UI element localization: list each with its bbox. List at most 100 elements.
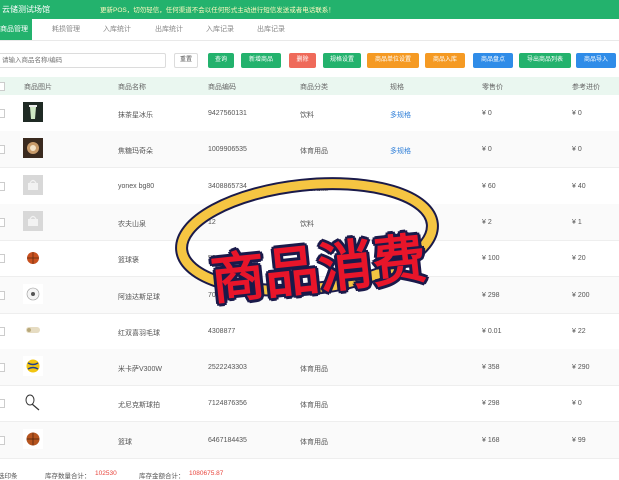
- product-name: 抹茶星冰乐: [118, 112, 153, 119]
- toolbar: 重置 查询 新增商品 删除 规格设置 商品单位设置 商品入库 商品盘点 导出商品…: [0, 46, 619, 72]
- product-name: 阿迪达斯足球: [118, 293, 160, 301]
- product-code: 6467184435: [208, 436, 247, 444]
- stock-amount-value: 1080675.87: [189, 470, 224, 477]
- product-code: 4308877: [208, 327, 236, 335]
- product-category: 饮料: [300, 112, 314, 119]
- tab-bar: 商品管理 耗损管理 入库统计 出库统计 入库记录 出库记录: [0, 19, 619, 41]
- product-thumbnail: [23, 174, 43, 195]
- row-checkbox[interactable]: [0, 399, 5, 409]
- product-name: 米卡萨V300W: [118, 366, 162, 374]
- table-row[interactable]: 篮球 6467184435 体育用品 ¥ 168 ¥ 99: [0, 421, 619, 459]
- col-header-spec: 规格: [390, 84, 404, 91]
- product-name: 红双喜羽毛球: [118, 329, 160, 337]
- inventory-check-button[interactable]: 商品盘点: [473, 53, 513, 68]
- product-thumbnail: [23, 356, 43, 377]
- retail-price: ¥ 168: [482, 436, 500, 444]
- add-product-button[interactable]: 新增商品: [241, 53, 281, 68]
- product-thumbnail: [23, 210, 43, 231]
- retail-price: ¥ 2: [482, 218, 492, 226]
- product-thumbnail: [23, 102, 43, 122]
- product-code: 9427560131: [208, 110, 247, 117]
- search-input[interactable]: [0, 53, 166, 68]
- col-header-retail-price: 零售价: [482, 84, 503, 91]
- product-code: 1009906535: [208, 146, 247, 154]
- table-header: 商品图片 商品名称 商品编码 商品分类 规格 零售价 参考进价: [0, 77, 619, 95]
- product-name: 焦糖玛奇朵: [118, 148, 153, 156]
- spec-settings-button[interactable]: 规格设置: [323, 53, 361, 68]
- query-button[interactable]: 查询: [208, 53, 234, 68]
- product-spec-link[interactable]: 多规格: [390, 110, 411, 120]
- table-row[interactable]: 焦糖玛奇朵 1009906535 体育用品 多规格 ¥ 0 ¥ 0: [0, 131, 619, 169]
- import-button[interactable]: 商品导入: [576, 53, 616, 68]
- tab-loss-management[interactable]: 耗损管理: [52, 19, 80, 40]
- retail-price: ¥ 100: [482, 255, 500, 263]
- print-label[interactable]: 选印条: [0, 470, 18, 480]
- cost-price: ¥ 1: [572, 218, 582, 226]
- row-checkbox[interactable]: [0, 145, 5, 155]
- product-name: 篮球: [118, 438, 132, 446]
- table-row[interactable]: 抹茶星冰乐 9427560131 饮料 多规格 ¥ 0 ¥ 0: [0, 95, 619, 132]
- tab-outbound-records[interactable]: 出库记录: [257, 19, 285, 40]
- row-checkbox[interactable]: [0, 254, 5, 264]
- tab-inbound-stats[interactable]: 入库统计: [103, 19, 131, 40]
- retail-price: ¥ 0.01: [482, 327, 502, 335]
- product-category: 体育用品: [300, 402, 328, 410]
- stock-in-button[interactable]: 商品入库: [425, 53, 465, 68]
- cost-price: ¥ 0: [572, 146, 582, 154]
- product-spec-link[interactable]: 多规格: [390, 146, 411, 156]
- product-category: 体育用品: [300, 366, 328, 374]
- row-checkbox[interactable]: [0, 217, 5, 227]
- row-checkbox[interactable]: [0, 181, 5, 191]
- retail-price: ¥ 0: [482, 110, 492, 117]
- product-name: 尤尼克斯球拍: [118, 402, 160, 410]
- cost-price: ¥ 0: [572, 400, 582, 408]
- cost-price: ¥ 290: [572, 364, 590, 372]
- product-name: 篮球褒: [118, 257, 139, 265]
- product-name: yonex bg80: [118, 182, 155, 190]
- col-header-image: 商品图片: [24, 84, 52, 91]
- cost-price: ¥ 40: [572, 182, 586, 190]
- retail-price: ¥ 0: [482, 146, 492, 154]
- cost-price: ¥ 99: [572, 436, 586, 444]
- row-checkbox[interactable]: [0, 435, 5, 445]
- table-row[interactable]: 红双喜羽毛球 4308877 ¥ 0.01 ¥ 22: [0, 313, 619, 350]
- cost-price: ¥ 200: [572, 291, 590, 299]
- delete-button[interactable]: 删除: [289, 53, 316, 68]
- retail-price: ¥ 60: [482, 182, 496, 190]
- summary-footer: 选印条 库存数量合计： 102530 库存金额合计： 1080675.87: [0, 468, 619, 480]
- export-list-button[interactable]: 导出商品列表: [519, 53, 571, 68]
- tab-inbound-records[interactable]: 入库记录: [206, 19, 234, 40]
- product-code: 2522243303: [208, 364, 247, 372]
- row-checkbox[interactable]: [0, 109, 5, 118]
- col-header-cost-price: 参考进价: [572, 84, 600, 91]
- col-header-name: 商品名称: [118, 84, 146, 91]
- stock-qty-value: 102530: [95, 470, 117, 477]
- row-checkbox[interactable]: [0, 290, 5, 300]
- row-checkbox[interactable]: [0, 326, 5, 336]
- tab-product-management[interactable]: 商品管理: [0, 19, 32, 40]
- product-thumbnail: [23, 319, 43, 340]
- product-thumbnail: [23, 428, 43, 449]
- product-thumbnail: [23, 392, 43, 413]
- tab-outbound-stats[interactable]: 出库统计: [155, 19, 183, 40]
- reset-button[interactable]: 重置: [174, 53, 198, 68]
- table-row[interactable]: 尤尼克斯球拍 7124876356 体育用品 ¥ 298 ¥ 0: [0, 385, 619, 423]
- col-header-code: 商品编码: [208, 84, 236, 91]
- product-thumbnail: [23, 247, 43, 268]
- product-name: 农夫山泉: [118, 220, 146, 228]
- table-row[interactable]: 米卡萨V300W 2522243303 体育用品 ¥ 358 ¥ 290: [0, 349, 619, 387]
- product-category: 体育用品: [300, 438, 328, 446]
- product-code: 7124876356: [208, 400, 247, 408]
- unit-settings-button[interactable]: 商品单位设置: [367, 53, 419, 68]
- product-category: 体育用品: [300, 148, 328, 156]
- select-all-checkbox[interactable]: [0, 82, 5, 91]
- cost-price: ¥ 20: [572, 255, 586, 263]
- retail-price: ¥ 358: [482, 364, 500, 372]
- cost-price: ¥ 22: [572, 327, 586, 335]
- retail-price: ¥ 298: [482, 291, 500, 299]
- stock-qty-label: 库存数量合计：: [45, 473, 91, 480]
- product-thumbnail: [23, 138, 43, 159]
- notice-text: 更新POS，切勿轻信，任何渠道不会以任何形式主动进行短信发送或者电话联系！: [100, 7, 335, 14]
- row-checkbox[interactable]: [0, 363, 5, 373]
- stock-amount-label: 库存金额合计：: [139, 473, 185, 480]
